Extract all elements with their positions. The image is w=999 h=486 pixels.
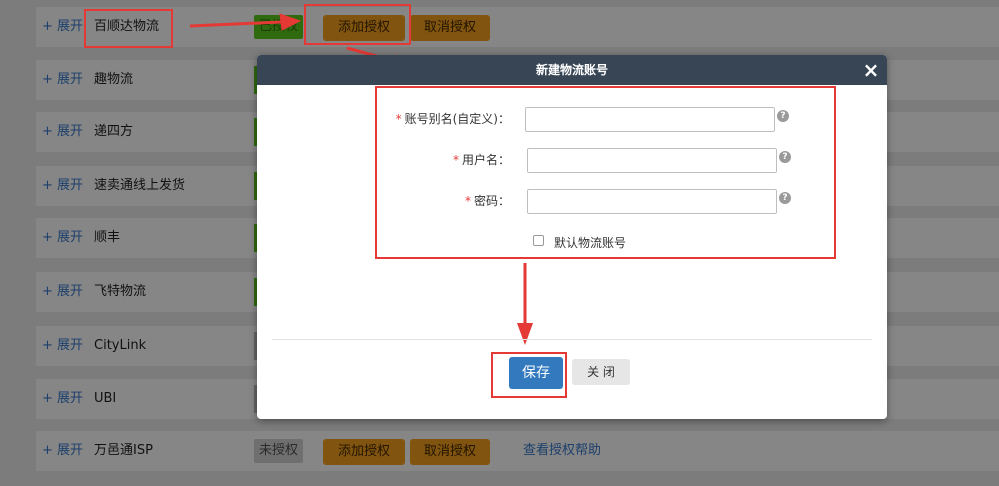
dialog-title: 新建物流账号	[535, 63, 608, 77]
close-button[interactable]: 关 闭	[572, 359, 630, 385]
arrow-down-icon	[517, 263, 533, 345]
arrow-to-add-auth	[189, 13, 302, 31]
close-icon[interactable]: ×	[861, 55, 881, 85]
save-highlight-box	[491, 352, 567, 398]
new-carrier-account-dialog: 新建物流账号 × * 账号别名(自定义)： ? * 用户名： ? * 密码： ? 默认…	[257, 55, 887, 419]
form-highlight-box	[375, 86, 836, 259]
dialog-divider	[272, 339, 872, 340]
dialog-header: 新建物流账号 ×	[257, 55, 887, 85]
